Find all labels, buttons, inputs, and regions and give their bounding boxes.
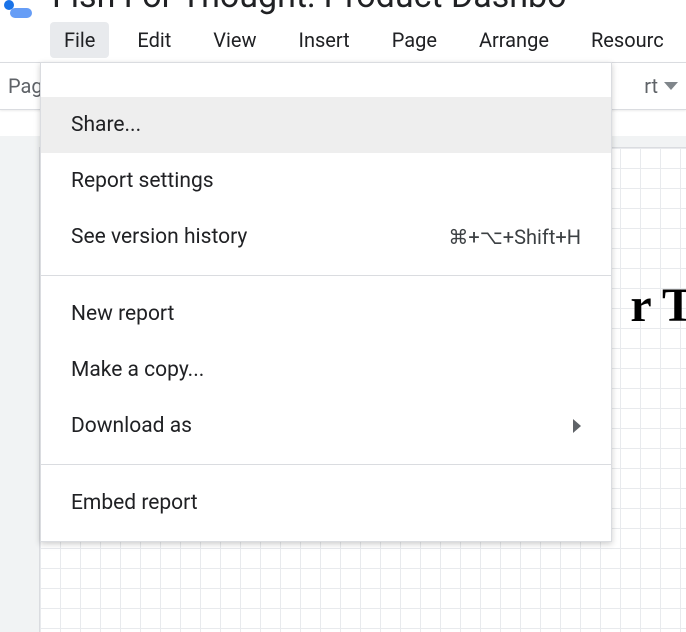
menu-item-label: Make a copy...	[71, 358, 204, 382]
canvas-text-fragment: r T	[630, 278, 686, 333]
menu-item-label: See version history	[71, 225, 247, 249]
menu-file[interactable]: File	[50, 22, 109, 58]
menu-item-report-settings[interactable]: Report settings	[41, 153, 611, 209]
menu-item-label: Embed report	[71, 491, 198, 515]
toolbar-right-control[interactable]: rt	[644, 74, 678, 98]
document-title[interactable]: Fish For Thought: Product Dashbo	[52, 0, 567, 16]
menu-item-download-as[interactable]: Download as	[41, 398, 611, 454]
menu-divider	[41, 464, 611, 465]
menubar: File Edit View Insert Page Arrange Resou…	[0, 18, 686, 62]
menu-item-share[interactable]: Share...	[41, 97, 611, 153]
chevron-down-icon	[664, 82, 678, 90]
submenu-arrow-icon	[573, 419, 581, 433]
toolbar-right-fragment: rt	[644, 74, 658, 98]
file-dropdown: Share... Report settings See version his…	[40, 62, 612, 542]
menu-item-label: New report	[71, 302, 174, 326]
menu-item-label: Share...	[71, 113, 141, 137]
menu-item-shortcut: ⌘+⌥+Shift+H	[448, 225, 581, 249]
menu-arrange[interactable]: Arrange	[465, 22, 563, 58]
menu-item-label: Report settings	[71, 169, 214, 193]
title-row: Fish For Thought: Product Dashbo	[0, 0, 686, 18]
menu-resource[interactable]: Resourc	[577, 22, 678, 58]
app-logo-icon	[4, 0, 32, 18]
menu-item-make-copy[interactable]: Make a copy...	[41, 342, 611, 398]
menu-item-new-report[interactable]: New report	[41, 286, 611, 342]
menu-item-label: Download as	[71, 414, 192, 438]
menu-divider	[41, 275, 611, 276]
menu-item-embed-report[interactable]: Embed report	[41, 475, 611, 531]
menu-edit[interactable]: Edit	[123, 22, 185, 58]
menu-page[interactable]: Page	[378, 22, 451, 58]
menu-item-version-history[interactable]: See version history ⌘+⌥+Shift+H	[41, 209, 611, 265]
menu-view[interactable]: View	[199, 22, 270, 58]
menu-insert[interactable]: Insert	[285, 22, 364, 58]
